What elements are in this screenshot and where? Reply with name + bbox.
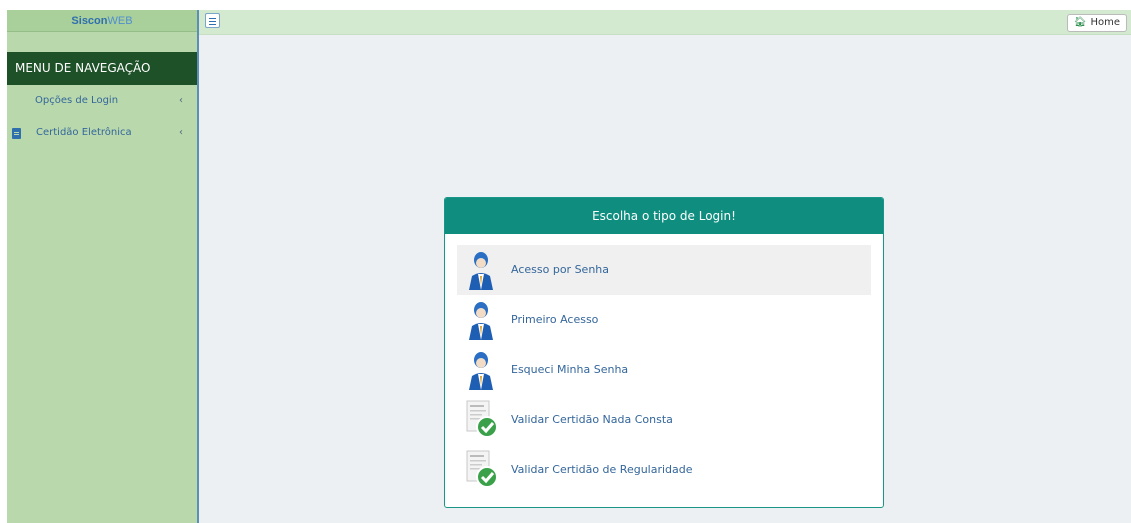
chevron-left-icon: ‹ [179,95,183,106]
user-icon [469,252,493,290]
menu-header: MENU DE NAVEGAÇÃO [7,52,197,85]
home-label: Home [1090,17,1120,28]
sidebar-item-opcoes-login[interactable]: Opções de Login ‹ [7,85,197,117]
home-icon: 🏠︎ [1073,17,1087,28]
option-validar-certidao-regularidade[interactable]: Validar Certidão de Regularidade [457,445,871,495]
menu-toggle-icon[interactable] [205,13,220,28]
option-label: Validar Certidão Nada Consta [511,413,673,426]
brand-part-2: WEB [107,15,133,27]
main-content: Escolha o tipo de Login! Acesso por Senh… [199,35,1131,523]
card-title: Escolha o tipo de Login! [445,198,883,234]
login-type-card: Escolha o tipo de Login! Acesso por Senh… [444,197,884,508]
option-label: Esqueci Minha Senha [511,363,629,376]
user-icon [469,352,493,390]
option-primeiro-acesso[interactable]: Primeiro Acesso [457,295,871,345]
certificate-check-icon [466,450,498,488]
sidebar-item-label: Certidão Eletrônica [36,127,132,138]
sidebar-item-label: Opções de Login [35,95,119,106]
brand-part-1: Siscon [71,15,108,27]
user-icon [469,302,493,340]
option-acesso-por-senha[interactable]: Acesso por Senha [457,245,871,295]
option-label: Primeiro Acesso [511,313,599,326]
sidebar-item-certidao-eletronica[interactable]: Certidão Eletrônica ‹ [7,117,197,149]
option-validar-certidao-nada-consta[interactable]: Validar Certidão Nada Consta [457,395,871,445]
option-esqueci-minha-senha[interactable]: Esqueci Minha Senha [457,345,871,395]
option-label: Acesso por Senha [511,263,610,276]
option-label: Validar Certidão de Regularidade [511,463,693,476]
sidebar: SisconWEB MENU DE NAVEGAÇÃO Opções de Lo… [7,10,197,523]
top-bar: 🏠︎ Home [199,10,1131,35]
document-icon [12,128,21,139]
home-button[interactable]: 🏠︎ Home [1066,14,1127,32]
certificate-check-icon [466,400,498,438]
brand-logo[interactable]: SisconWEB [7,10,197,32]
chevron-left-icon: ‹ [179,127,183,138]
